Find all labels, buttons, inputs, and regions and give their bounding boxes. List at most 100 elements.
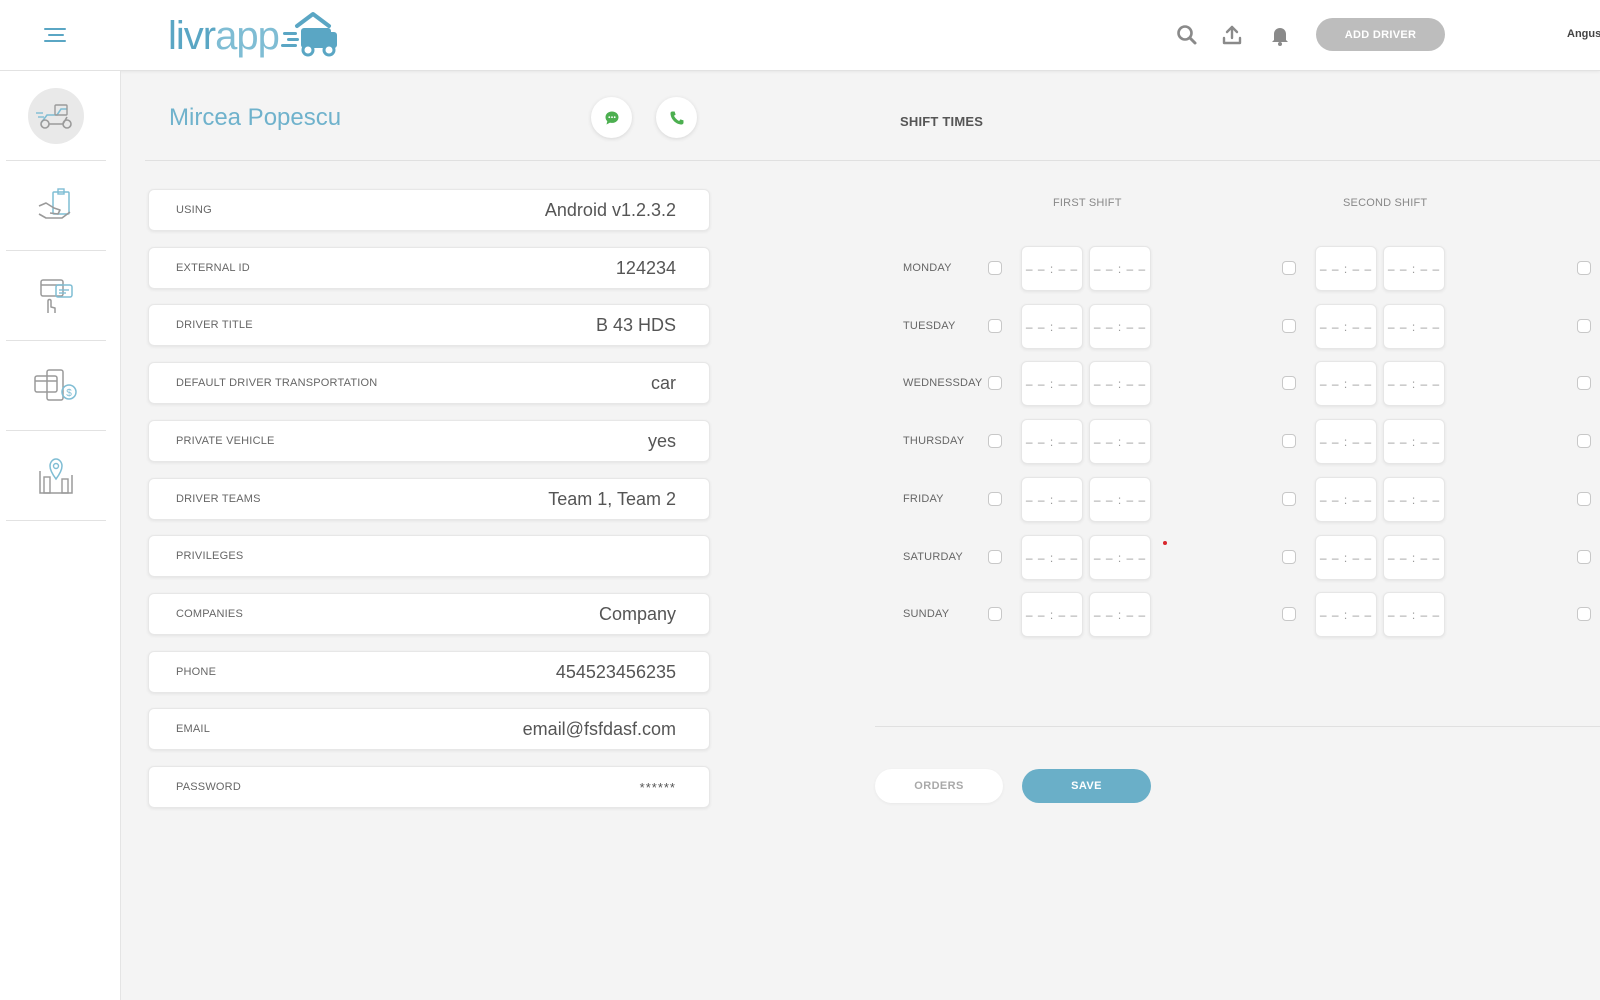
friday-second-shift-end-time[interactable]: – – : – –	[1383, 477, 1445, 522]
user-name[interactable]: Angus	[1567, 28, 1600, 40]
sidebar-item-map[interactable]	[6, 431, 106, 521]
saturday-first-shift-checkbox[interactable]	[988, 550, 1002, 564]
chat-icon	[605, 111, 618, 124]
saturday-second-shift-end-time[interactable]: – – : – –	[1383, 535, 1445, 580]
thursday-second-shift-checkbox[interactable]	[1282, 434, 1296, 448]
tuesday-third-shift-checkbox[interactable]	[1577, 319, 1591, 333]
orders-button[interactable]: ORDERS	[875, 769, 1003, 803]
wednessday-second-shift-end-time[interactable]: – – : – –	[1383, 361, 1445, 406]
driver-teams-field[interactable]: DRIVER TEAMS Team 1, Team 2	[148, 478, 710, 520]
tuesday-first-shift-checkbox[interactable]	[988, 319, 1002, 333]
thursday-first-shift-end-time[interactable]: – – : – –	[1089, 419, 1151, 464]
sunday-first-shift-end-time[interactable]: – – : – –	[1089, 592, 1151, 637]
thursday-second-shift-end-time[interactable]: – – : – –	[1383, 419, 1445, 464]
friday-second-shift-checkbox[interactable]	[1282, 492, 1296, 506]
monday-first-shift-checkbox[interactable]	[988, 261, 1002, 275]
external-id-label: EXTERNAL ID	[176, 262, 250, 274]
chat-button[interactable]	[591, 97, 632, 138]
password-label: PASSWORD	[176, 781, 241, 793]
phone-label: PHONE	[176, 666, 217, 678]
driver-name: Mircea Popescu	[169, 104, 342, 131]
external-id-field[interactable]: EXTERNAL ID 124234	[148, 247, 710, 289]
phone-icon	[670, 111, 683, 124]
default-driver-transportation-value: car	[650, 372, 676, 393]
menu-icon[interactable]	[44, 28, 68, 46]
saturday-first-shift-start-time[interactable]: – – : – –	[1021, 535, 1083, 580]
default-driver-transportation-label: DEFAULT DRIVER TRANSPORTATION	[176, 377, 378, 389]
saturday-second-shift-start-time[interactable]: – – : – –	[1315, 535, 1377, 580]
monday-second-shift-start-time[interactable]: – – : – –	[1315, 246, 1377, 291]
shift-divider	[875, 726, 1600, 727]
external-id-value: 124234	[615, 257, 676, 278]
sunday-second-shift-end-time[interactable]: – – : – –	[1383, 592, 1445, 637]
sidebar-item-billing[interactable]: $	[6, 341, 106, 431]
friday-third-shift-checkbox[interactable]	[1577, 492, 1591, 506]
wednessday-first-shift-end-time[interactable]: – – : – –	[1089, 361, 1151, 406]
companies-label: COMPANIES	[176, 608, 243, 620]
friday-first-shift-checkbox[interactable]	[988, 492, 1002, 506]
driver-title-label: DRIVER TITLE	[176, 319, 253, 331]
save-button[interactable]: SAVE	[1022, 769, 1151, 803]
friday-second-shift-start-time[interactable]: – – : – –	[1315, 477, 1377, 522]
bell-icon[interactable]	[1269, 24, 1291, 46]
search-icon[interactable]	[1176, 24, 1198, 46]
add-driver-button[interactable]: ADD DRIVER	[1316, 18, 1445, 51]
privileges-label: PRIVILEGES	[176, 550, 244, 562]
friday-first-shift-start-time[interactable]: – – : – –	[1021, 477, 1083, 522]
saturday-third-shift-checkbox[interactable]	[1577, 550, 1591, 564]
friday-first-shift-end-time[interactable]: – – : – –	[1089, 477, 1151, 522]
tuesday-second-shift-checkbox[interactable]	[1282, 319, 1296, 333]
saturday-second-shift-checkbox[interactable]	[1282, 550, 1296, 564]
thursday-first-shift-start-time[interactable]: – – : – –	[1021, 419, 1083, 464]
sunday-first-shift-start-time[interactable]: – – : – –	[1021, 592, 1083, 637]
wednessday-first-shift-checkbox[interactable]	[988, 376, 1002, 390]
monday-first-shift-end-time[interactable]: – – : – –	[1089, 246, 1151, 291]
sunday-second-shift-checkbox[interactable]	[1282, 607, 1296, 621]
tuesday-first-shift-start-time[interactable]: – – : – –	[1021, 304, 1083, 349]
wednessday-second-shift-checkbox[interactable]	[1282, 376, 1296, 390]
sidebar-item-drivers[interactable]	[6, 71, 106, 161]
sunday-second-shift-start-time[interactable]: – – : – –	[1315, 592, 1377, 637]
monday-second-shift-end-time[interactable]: – – : – –	[1383, 246, 1445, 291]
privileges-field[interactable]: PRIVILEGES	[148, 535, 710, 577]
saturday-first-shift-end-time[interactable]: – – : – –	[1089, 535, 1151, 580]
day-label-thursday: THURSDAY	[903, 435, 965, 447]
sidebar-item-payments[interactable]	[6, 251, 106, 341]
wednessday-second-shift-start-time[interactable]: – – : – –	[1315, 361, 1377, 406]
driver-title-field[interactable]: DRIVER TITLE B 43 HDS	[148, 304, 710, 346]
shift-times-title: SHIFT TIMES	[900, 114, 984, 129]
tuesday-first-shift-end-time[interactable]: – – : – –	[1089, 304, 1151, 349]
tuesday-second-shift-end-time[interactable]: – – : – –	[1383, 304, 1445, 349]
thursday-second-shift-start-time[interactable]: – – : – –	[1315, 419, 1377, 464]
sunday-third-shift-checkbox[interactable]	[1577, 607, 1591, 621]
email-label: EMAIL	[176, 723, 211, 735]
using-value: Android v1.2.3.2	[544, 199, 676, 220]
logo[interactable]: livrapp	[168, 8, 343, 62]
thursday-third-shift-checkbox[interactable]	[1577, 434, 1591, 448]
using-label: USING	[176, 204, 212, 216]
sunday-first-shift-checkbox[interactable]	[988, 607, 1002, 621]
password-field[interactable]: PASSWORD ******	[148, 766, 710, 808]
wednessday-third-shift-checkbox[interactable]	[1577, 376, 1591, 390]
companies-field[interactable]: COMPANIES Company	[148, 593, 710, 635]
thursday-first-shift-checkbox[interactable]	[988, 434, 1002, 448]
monday-second-shift-checkbox[interactable]	[1282, 261, 1296, 275]
day-label-friday: FRIDAY	[903, 493, 944, 505]
sidebar-item-orders[interactable]	[6, 161, 106, 251]
monday-third-shift-checkbox[interactable]	[1577, 261, 1591, 275]
email-field[interactable]: EMAIL email@fsfdasf.com	[148, 708, 710, 750]
using-field[interactable]: USING Android v1.2.3.2	[148, 189, 710, 231]
monday-first-shift-start-time[interactable]: – – : – –	[1021, 246, 1083, 291]
payment-card-icon: $	[34, 368, 77, 401]
upload-icon[interactable]	[1221, 24, 1243, 46]
logo-text: livrapp	[168, 14, 280, 58]
call-button[interactable]	[656, 97, 697, 138]
second-shift-header: SECOND SHIFT	[1343, 197, 1428, 209]
map-location-icon	[39, 457, 73, 494]
wednessday-first-shift-start-time[interactable]: – – : – –	[1021, 361, 1083, 406]
tuesday-second-shift-start-time[interactable]: – – : – –	[1315, 304, 1377, 349]
default-driver-transportation-field[interactable]: DEFAULT DRIVER TRANSPORTATION car	[148, 362, 710, 404]
phone-field[interactable]: PHONE 454523456235	[148, 651, 710, 693]
svg-text:$: $	[66, 388, 72, 399]
private-vehicle-field[interactable]: PRIVATE VEHICLE yes	[148, 420, 710, 462]
